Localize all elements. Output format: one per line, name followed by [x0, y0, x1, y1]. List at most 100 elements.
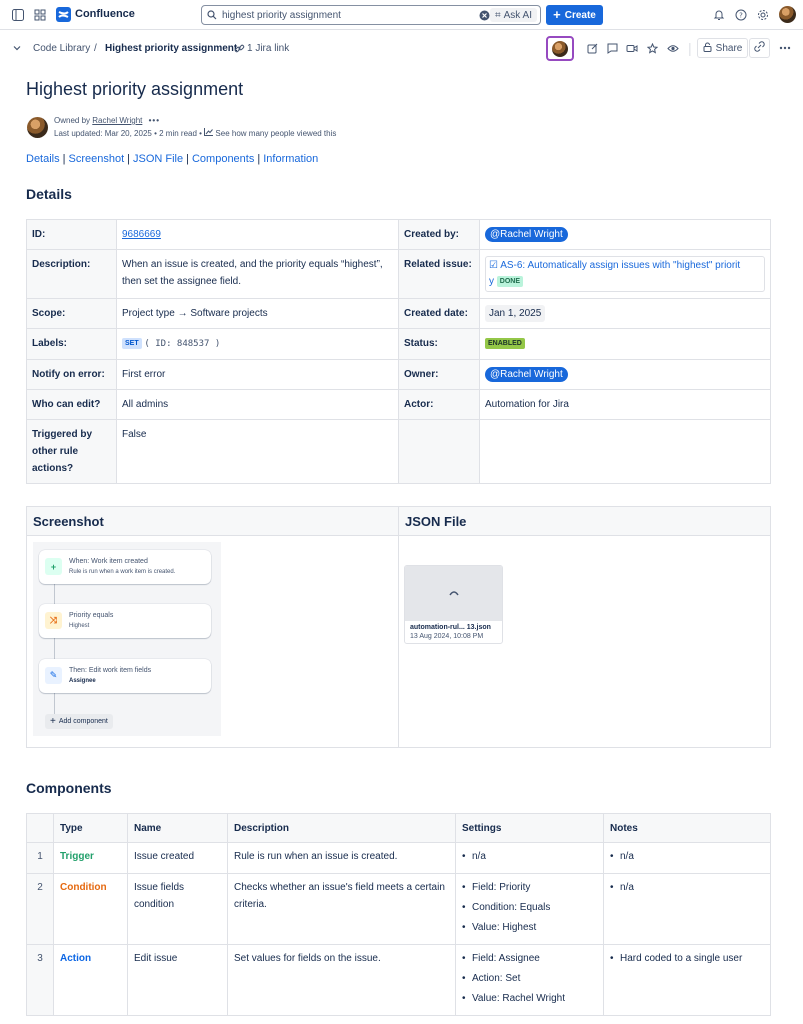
file-thumbnail	[405, 566, 502, 621]
app-switcher-icon[interactable]	[33, 8, 47, 22]
toc-link-information[interactable]: Information	[263, 153, 318, 165]
setting-item: n/a	[462, 848, 597, 865]
search-value[interactable]: highest priority assignment	[222, 10, 341, 21]
note-item: n/a	[610, 879, 764, 896]
page-views-link[interactable]: See how many people viewed this	[215, 129, 336, 138]
setting-item: Action: Set	[462, 970, 597, 987]
owner-mention[interactable]: @Rachel Wright	[485, 367, 568, 382]
table-row: 3 Action Edit issue Set values for field…	[26, 944, 771, 1016]
workflow-screenshot[interactable]: + When: Work item created Rule is run wh…	[33, 542, 221, 736]
related-issue-card[interactable]: ☑ AS-6: Automatically assign issues with…	[485, 256, 765, 292]
owned-by-prefix: Owned by	[54, 116, 91, 125]
share-button[interactable]: Share	[697, 38, 748, 58]
owner-label: Owner:	[398, 359, 480, 390]
notifications-icon[interactable]	[712, 8, 726, 22]
owner-link[interactable]: Rachel Wright	[92, 116, 142, 125]
setting-item: Value: Highest	[462, 919, 597, 936]
workflow-connector	[54, 562, 55, 728]
search-input[interactable]: highest priority assignment ⌗ Ask AI	[201, 5, 541, 25]
set-lozenge: SET	[122, 337, 142, 349]
settings-gear-icon[interactable]	[756, 8, 770, 22]
toc-link-details[interactable]: Details	[26, 153, 60, 165]
collaborator-avatar	[552, 40, 568, 57]
setting-item: Field: Assignee	[462, 950, 597, 967]
issue-status-badge: DONE	[496, 275, 524, 287]
column-header-notes: Notes	[603, 813, 771, 843]
note-item: Hard coded to a single user	[610, 950, 764, 967]
chevron-down-icon[interactable]	[10, 41, 24, 55]
user-avatar[interactable]	[779, 6, 796, 23]
toc-separator: |	[127, 153, 130, 165]
who-can-edit-label: Who can edit?	[26, 389, 117, 420]
labels-cell: SET ( ID: 848537 )	[116, 328, 399, 360]
notify-label: Notify on error:	[26, 359, 117, 390]
related-issue-label: Related issue:	[398, 249, 480, 299]
table-row: Scope: Project type → Software projects …	[26, 298, 771, 329]
related-issue-title-tail: y	[489, 276, 494, 287]
star-icon[interactable]	[645, 41, 659, 55]
description-value: When an issue is created, and the priori…	[116, 249, 399, 299]
breadcrumb-current-page[interactable]: Highest priority assignment	[105, 43, 237, 54]
breadcrumb-separator: /	[94, 43, 97, 54]
created-by-mention[interactable]: @Rachel Wright	[485, 227, 568, 242]
top-navigation: Confluence highest priority assignment ⌗…	[0, 0, 803, 30]
lock-icon	[703, 42, 712, 55]
loading-spinner-icon	[448, 588, 460, 600]
table-header-row: Type Name Description Settings Notes	[26, 813, 771, 843]
owner-avatar[interactable]	[27, 117, 48, 138]
sidebar-toggle-icon[interactable]	[11, 8, 25, 22]
confluence-logo-icon[interactable]	[56, 7, 71, 22]
page-metadata: Last updated: Mar 20, 2025 • 2 min read …	[54, 128, 336, 138]
toc-separator: |	[62, 153, 66, 165]
video-icon[interactable]	[625, 41, 639, 55]
description-label: Description:	[26, 249, 117, 299]
clear-search-icon[interactable]	[478, 9, 490, 21]
row-number-header	[26, 813, 54, 843]
table-row: + When: Work item created Rule is run wh…	[26, 535, 771, 748]
component-notes: n/a	[603, 873, 771, 945]
create-button[interactable]: + Create	[546, 5, 603, 25]
trigger-plus-icon: +	[45, 558, 62, 575]
copy-link-button[interactable]	[749, 38, 770, 58]
component-description: Rule is run when an issue is created.	[227, 842, 456, 874]
last-updated: Last updated: Mar 20, 2025	[54, 129, 152, 138]
row-number: 3	[26, 944, 54, 1016]
toc-link-components[interactable]: Components	[192, 153, 254, 165]
more-byline-icon[interactable]: •••	[149, 116, 160, 125]
comment-icon[interactable]	[605, 41, 619, 55]
media-table: Screenshot JSON File + When: Work item c…	[26, 506, 771, 748]
app-name[interactable]: Confluence	[75, 8, 135, 20]
watch-eye-icon[interactable]	[666, 41, 680, 55]
table-row: Triggered by other rule actions? False	[26, 419, 771, 484]
id-link[interactable]: 9686669	[122, 229, 161, 240]
column-header-type: Type	[53, 813, 128, 843]
workflow-trigger-card: + When: Work item created Rule is run wh…	[39, 550, 211, 584]
row-number: 1	[26, 842, 54, 874]
component-description: Set values for fields on the issue.	[227, 944, 456, 1016]
json-file-attachment[interactable]: automation-rul... 13.json 13 Aug 2024, 1…	[404, 565, 503, 644]
actor-value: Automation for Jira	[479, 389, 771, 420]
create-label: Create	[564, 9, 596, 21]
component-description: Checks whether an issue's field meets a …	[227, 873, 456, 945]
created-date-chip[interactable]: Jan 1, 2025	[485, 305, 546, 322]
component-type: Trigger	[53, 842, 128, 874]
created-date-label: Created date:	[398, 298, 480, 329]
edit-pencil-icon[interactable]	[585, 41, 599, 55]
column-header-description: Description	[227, 813, 456, 843]
more-actions-icon[interactable]	[778, 41, 792, 55]
toc-link-screenshot[interactable]: Screenshot	[68, 153, 124, 165]
toc-separator: |	[257, 153, 261, 165]
table-row: Labels: SET ( ID: 848537 ) Status: ENABL…	[26, 328, 771, 360]
collaborator-avatar-button[interactable]	[546, 36, 574, 61]
breadcrumb-space-link[interactable]: Code Library	[33, 43, 90, 54]
toc-link-json-file[interactable]: JSON File	[133, 153, 183, 165]
status-cell: ENABLED	[479, 328, 771, 360]
owner-cell: @Rachel Wright	[479, 359, 771, 390]
action-pencil-icon: ✎	[45, 667, 62, 684]
jira-link-count[interactable]: 1 Jira link	[247, 43, 289, 54]
page-title: Highest priority assignment	[26, 79, 244, 99]
labels-id: ( ID: 848537 )	[144, 339, 221, 349]
help-icon[interactable]: ?	[734, 8, 748, 22]
ask-ai-button[interactable]: ⌗ Ask AI	[490, 8, 537, 22]
component-type: Action	[53, 944, 128, 1016]
